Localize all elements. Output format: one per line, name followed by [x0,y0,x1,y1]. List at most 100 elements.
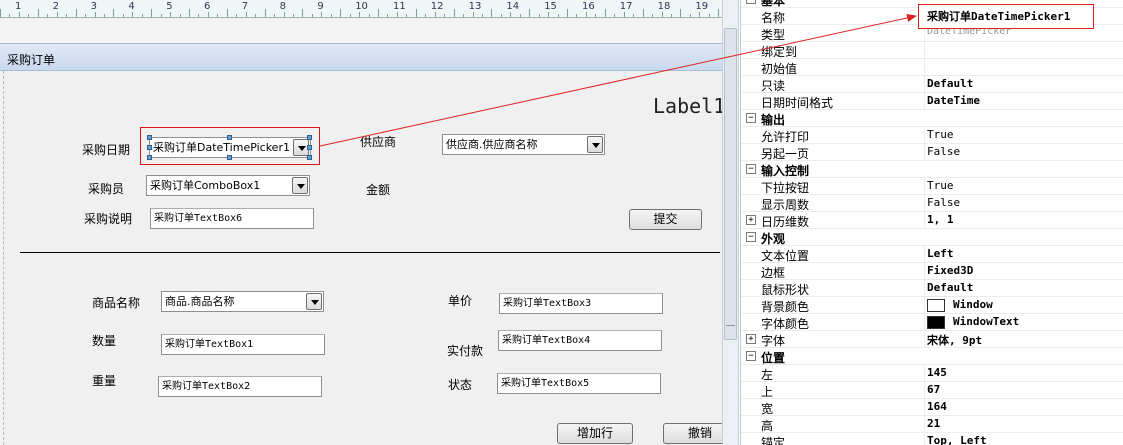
ruler-tick [75,9,77,17]
property-row[interactable]: 锚定 Top, Left [741,433,1123,445]
ruler-number: 14 [506,1,520,12]
resize-handle-w[interactable] [147,145,152,150]
property-value[interactable]: False [927,196,960,209]
dropdown-arrow-icon[interactable] [292,177,308,194]
dropdown-arrow-icon[interactable] [587,136,603,153]
property-row[interactable]: 宽 164 [741,399,1123,416]
property-value[interactable]: False [927,145,960,158]
property-row[interactable]: 背景颜色 Window [741,297,1123,314]
ruler-tick [510,12,512,17]
scrollbar-thumb[interactable] [724,28,737,340]
resize-handle-n[interactable] [227,135,232,140]
column-divider [924,76,925,93]
resize-handle-se[interactable] [307,155,312,160]
ruler-number: 8 [279,1,286,12]
weight-label: 重量 [92,374,117,388]
property-row[interactable]: 初始值 [741,59,1123,76]
property-value[interactable]: DateTime [927,94,980,107]
property-category[interactable]: − 外观 [741,229,1123,246]
expand-icon[interactable]: + [746,334,756,344]
property-value[interactable]: 67 [927,383,940,396]
column-divider [924,127,925,144]
property-row[interactable]: 另起一页 False [741,144,1123,161]
property-row[interactable]: 日期时间格式 DateTime [741,93,1123,110]
vertical-scrollbar[interactable] [722,0,739,445]
description-textbox[interactable]: 采购订单TextBox6 [150,208,314,229]
resize-handle-ne[interactable] [307,135,312,140]
status-textbox[interactable]: 采购订单TextBox5 [497,373,661,394]
property-value[interactable]: Window [953,298,993,311]
property-row[interactable]: 文本位置 Left [741,246,1123,263]
property-row[interactable]: 允许打印 True [741,127,1123,144]
property-row[interactable]: 下拉按钮 True [741,178,1123,195]
ruler-tick [160,14,162,17]
collapse-icon[interactable]: − [746,113,756,123]
collapse-icon[interactable]: − [746,351,756,361]
column-divider [924,416,925,433]
resize-handle-s[interactable] [227,155,232,160]
ruler-tick [28,14,30,17]
paid-label: 实付款 [447,344,484,358]
property-name: 类型 [761,28,786,42]
property-row[interactable]: 字体颜色 WindowText [741,314,1123,331]
resize-handle-e[interactable] [307,145,312,150]
property-value[interactable]: 宋体, 9pt [927,332,982,348]
buyer-combobox[interactable]: 采购订单ComboBox1 [146,175,310,196]
property-value[interactable]: Default [927,281,973,294]
ruler-tick [642,9,644,17]
ruler-tick [113,9,115,17]
dropdown-arrow-icon[interactable] [306,293,322,310]
property-value[interactable]: Left [927,247,954,260]
property-row[interactable]: 高 21 [741,416,1123,433]
property-row[interactable]: 显示周数 False [741,195,1123,212]
property-value[interactable]: Fixed3D [927,264,973,277]
unit-price-label: 单价 [448,294,473,308]
unit-price-textbox[interactable]: 采购订单TextBox3 [499,293,663,314]
property-row[interactable]: 左 145 [741,365,1123,382]
property-row[interactable]: 边框 Fixed3D [741,263,1123,280]
resize-handle-nw[interactable] [147,135,152,140]
property-row[interactable]: + 日历维数 1, 1 [741,212,1123,229]
property-row[interactable]: 绑定到 [741,42,1123,59]
paid-textbox[interactable]: 采购订单TextBox4 [498,330,662,351]
property-category[interactable]: − 输入控制 [741,161,1123,178]
property-value[interactable]: True [927,179,954,192]
resize-handle-sw[interactable] [147,155,152,160]
ruler-tick [321,12,323,17]
property-category[interactable]: − 位置 [741,348,1123,365]
ruler-tick [557,14,559,17]
property-category[interactable]: − 输出 [741,110,1123,127]
quantity-textbox[interactable]: 采购订单TextBox1 [161,334,325,355]
property-value[interactable]: Default [927,77,973,90]
property-row[interactable]: + 字体 宋体, 9pt [741,331,1123,348]
submit-button[interactable]: 提交 [629,209,702,230]
property-value[interactable]: 145 [927,366,947,379]
add-row-button[interactable]: 增加行 [557,423,633,444]
property-name: 绑定到 [761,45,798,59]
property-value[interactable]: 21 [927,417,940,430]
ruler-tick [387,14,389,17]
property-value[interactable]: 164 [927,400,947,413]
property-row[interactable]: 上 67 [741,382,1123,399]
property-value[interactable]: WindowText [953,315,1019,328]
property-grid[interactable]: − 基本 名称类型DateTimePicker绑定到初始值只读Default日期… [740,0,1123,445]
property-row[interactable]: 只读 Default [741,76,1123,93]
property-value[interactable]: 1, 1 [927,213,954,226]
buyer-label: 采购员 [88,182,125,196]
collapse-icon[interactable]: − [746,164,756,174]
ruler-tick [47,14,49,17]
weight-textbox[interactable]: 采购订单TextBox2 [158,376,322,397]
expand-icon[interactable]: + [746,215,756,225]
product-combobox[interactable]: 商品.商品名称 [161,291,324,312]
property-value[interactable]: Top, Left [927,434,987,445]
label1-control[interactable]: Label1 [653,94,725,118]
collapse-icon[interactable]: − [746,0,756,4]
property-value[interactable]: True [927,128,954,141]
supplier-combobox[interactable]: 供应商.供应商名称 [442,134,605,155]
ruler-tick [718,9,720,17]
ruler-tick [103,14,105,17]
ruler-tick [538,14,540,17]
ruler-tick [340,9,342,17]
collapse-icon[interactable]: − [746,232,756,242]
property-row[interactable]: 鼠标形状 Default [741,280,1123,297]
